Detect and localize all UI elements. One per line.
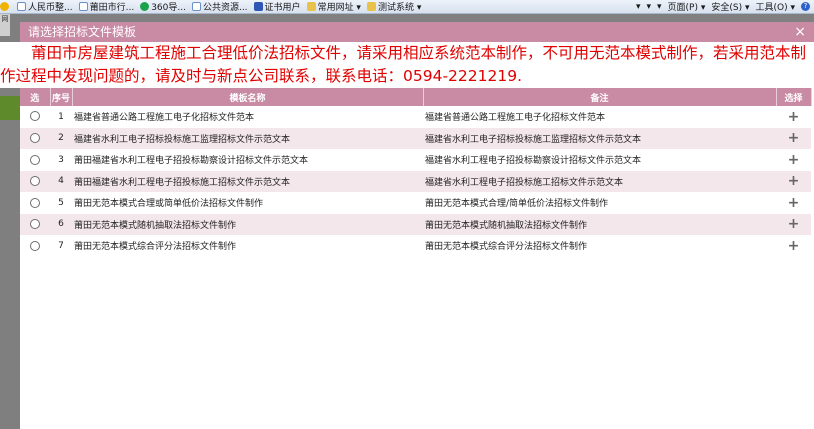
cert-icon — [253, 2, 263, 11]
template-name: 莆田无范本模式随机抽取法招标文件制作 — [72, 213, 423, 236]
row-radio[interactable] — [30, 133, 40, 143]
background-green-block — [0, 96, 20, 120]
template-note: 莆田无范本模式综合评分法招标文件制作 — [423, 235, 776, 257]
dialog-title: 请选择招标文件模板 — [28, 25, 137, 39]
template-note: 福建省水利工程电子招投标施工招标文件示范文本 — [423, 170, 776, 193]
template-select-dialog: 请选择招标文件模板 × 莆田市房屋建筑工程施工合理低价法招标文件，请采用相应系统… — [0, 22, 814, 429]
table-row[interactable]: 6 莆田无范本模式随机抽取法招标文件制作 莆田无范本模式随机抽取法招标文件制作 … — [20, 213, 811, 236]
column-header-select: 选择 — [776, 88, 812, 106]
folder-icon — [306, 2, 316, 11]
folder-icon — [366, 2, 376, 11]
add-icon[interactable]: + — [788, 173, 800, 189]
column-header-no: 序号 — [50, 88, 73, 106]
favorites-star-icon[interactable] — [0, 2, 11, 11]
add-icon[interactable]: + — [788, 130, 800, 146]
favorite-link-1[interactable]: 人民币整... — [17, 0, 73, 13]
row-radio[interactable] — [30, 111, 40, 122]
row-radio[interactable] — [30, 240, 40, 251]
table-row[interactable]: 7 莆田无范本模式综合评分法招标文件制作 莆田无范本模式综合评分法招标文件制作 … — [20, 235, 811, 257]
browser-favorites-bar: 人民币整... 莆田市行... 360导... 公共资源... 证书用户 常用网… — [0, 0, 814, 14]
dialog-title-bar: 请选择招标文件模板 × — [20, 22, 814, 42]
row-number: 2 — [50, 127, 72, 150]
table-row[interactable]: 2 福建省水利工电子招标投标施工监理招标文件示范文本 福建省水利工电子招标投标施… — [20, 127, 811, 150]
favorite-link-2[interactable]: 莆田市行... — [78, 0, 134, 13]
favorite-folder-common[interactable]: 常用网址 ▾ — [306, 0, 361, 13]
row-radio[interactable] — [30, 154, 40, 165]
row-number: 4 — [50, 170, 72, 193]
safety-menu[interactable]: 安全(S) ▾ — [711, 0, 749, 13]
row-number: 5 — [50, 192, 72, 214]
template-name: 福建省普通公路工程施工电子化招标文件范本 — [72, 106, 423, 128]
add-icon[interactable]: + — [788, 238, 800, 254]
column-header-note: 备注 — [423, 88, 777, 106]
row-number: 1 — [50, 106, 72, 128]
browser-command-bar: ▾ ▾ ▾ 页面(P) ▾ 安全(S) ▾ 工具(O) ▾ ? — [636, 0, 814, 13]
feeds-dropdown[interactable]: ▾ — [646, 2, 651, 12]
template-note: 莆田无范本模式随机抽取法招标文件制作 — [423, 213, 776, 236]
favorite-link-4[interactable]: 公共资源... — [191, 0, 248, 13]
notice-message: 莆田市房屋建筑工程施工合理低价法招标文件，请采用相应系统范本制作，不可用无范本模… — [0, 42, 814, 88]
add-icon[interactable]: + — [788, 195, 800, 211]
template-name: 莆田无范本模式综合评分法招标文件制作 — [72, 235, 423, 257]
table-row[interactable]: 4 莆田福建省水利工程电子招投标施工招标文件示范文本 福建省水利工程电子招投标施… — [20, 170, 811, 193]
close-icon[interactable]: × — [794, 22, 806, 42]
table-row[interactable]: 3 莆田福建省水利工程电子招投标勘察设计招标文件示范文本 福建省水利工程电子招投… — [20, 149, 811, 171]
template-note: 福建省普通公路工程施工电子化招标文件范本 — [423, 106, 776, 128]
template-note: 福建省水利工电子招标投标施工监理招标文件示范文本 — [423, 127, 776, 150]
favorite-link-3[interactable]: 360导... — [140, 0, 186, 13]
template-name: 福建省水利工电子招标投标施工监理招标文件示范文本 — [72, 127, 423, 150]
column-header-radio: 选 — [20, 88, 51, 106]
row-number: 7 — [50, 235, 72, 257]
template-name: 莆田福建省水利工程电子招投标勘察设计招标文件示范文本 — [72, 149, 423, 171]
favorite-folder-test[interactable]: 测试系统 ▾ — [366, 0, 421, 13]
table-row[interactable]: 5 莆田无范本模式合理或简单低价法招标文件制作 莆田无范本模式合理/简单低价法招… — [20, 192, 811, 214]
background-tab: 网 — [0, 14, 10, 36]
360-icon — [140, 2, 150, 11]
row-number: 6 — [50, 213, 72, 236]
template-note: 莆田无范本模式合理/简单低价法招标文件制作 — [423, 192, 776, 214]
page-icon — [191, 2, 201, 11]
favorite-link-5[interactable]: 证书用户 — [253, 0, 301, 13]
print-dropdown[interactable]: ▾ — [657, 2, 662, 12]
add-icon[interactable]: + — [788, 152, 800, 168]
table-row[interactable]: 1 福建省普通公路工程施工电子化招标文件范本 福建省普通公路工程施工电子化招标文… — [20, 106, 811, 128]
template-table: 选 序号 模板名称 备注 选择 1 福建省普通公路工程施工电子化招标文件范本 福… — [20, 88, 812, 257]
table-header-row: 选 序号 模板名称 备注 选择 — [20, 88, 812, 106]
tools-menu[interactable]: 工具(O) ▾ — [756, 0, 796, 13]
page-icon — [78, 2, 88, 11]
add-icon[interactable]: + — [788, 216, 800, 232]
template-name: 莆田福建省水利工程电子招投标施工招标文件示范文本 — [72, 170, 423, 193]
row-radio[interactable] — [30, 219, 40, 229]
help-icon[interactable]: ? — [801, 2, 810, 11]
template-name: 莆田无范本模式合理或简单低价法招标文件制作 — [72, 192, 423, 214]
page-menu[interactable]: 页面(P) ▾ — [668, 0, 706, 13]
add-icon[interactable]: + — [788, 109, 800, 125]
row-radio[interactable] — [30, 197, 40, 208]
home-dropdown[interactable]: ▾ — [636, 2, 641, 12]
row-number: 3 — [50, 149, 72, 171]
page-icon — [17, 2, 26, 11]
column-header-name: 模板名称 — [72, 88, 424, 106]
template-note: 福建省水利工程电子招投标勘察设计招标文件示范文本 — [423, 149, 776, 171]
row-radio[interactable] — [30, 176, 40, 186]
